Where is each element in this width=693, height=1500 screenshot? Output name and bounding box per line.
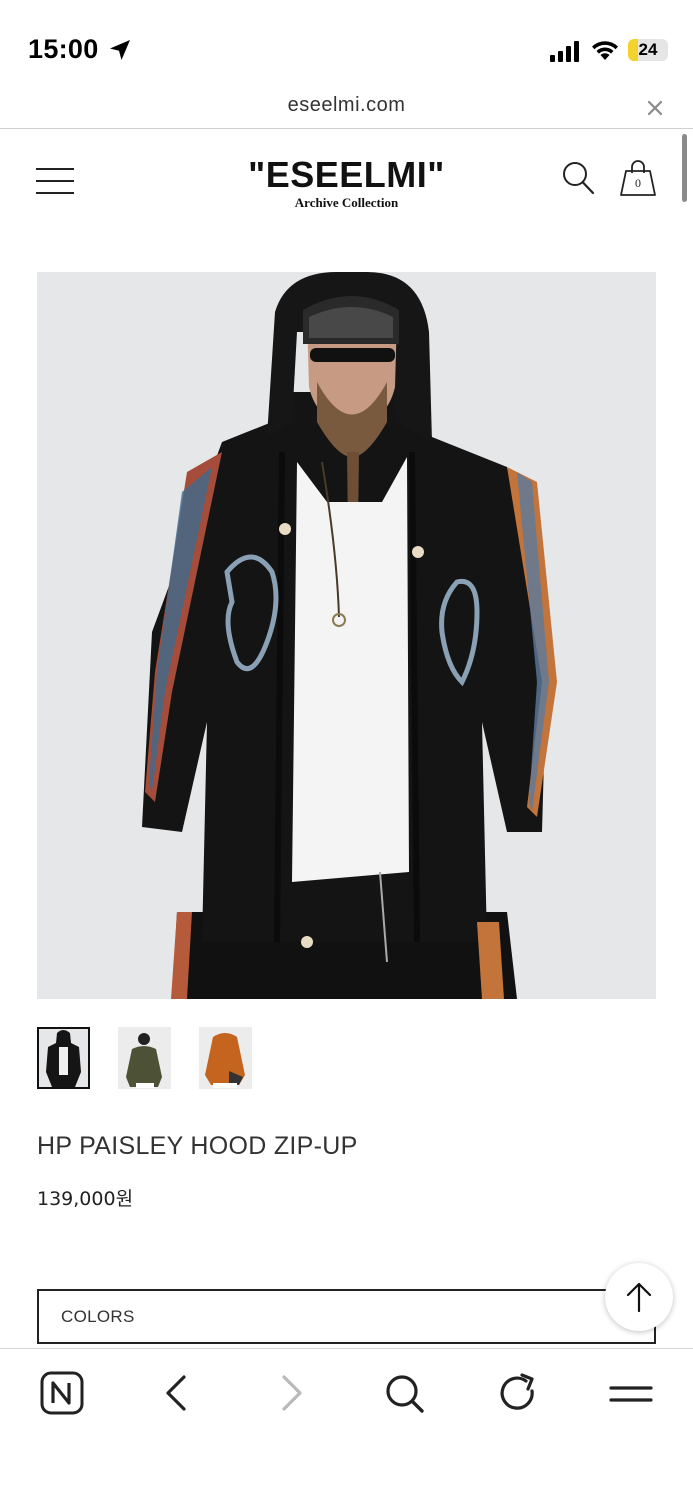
thumbnail-2[interactable] <box>118 1027 171 1089</box>
reload-icon[interactable] <box>496 1371 542 1417</box>
search-icon[interactable] <box>382 1371 428 1417</box>
search-icon[interactable] <box>561 160 595 196</box>
wifi-icon <box>592 41 618 60</box>
cart-count: 0 <box>635 176 641 190</box>
naver-home-icon[interactable] <box>40 1371 86 1417</box>
thumbnail-1[interactable] <box>37 1027 90 1089</box>
product-main-image[interactable] <box>37 272 656 999</box>
close-icon[interactable] <box>645 98 665 118</box>
colors-select[interactable]: COLORS <box>37 1289 656 1344</box>
site-header: "ESEELMI" Archive Collection 0 <box>0 130 693 240</box>
status-bar: 15:00 24 <box>0 0 693 92</box>
scroll-to-top-button[interactable] <box>605 1263 673 1331</box>
arrow-up-icon <box>626 1282 652 1313</box>
product-price: 139,000원 <box>37 1188 134 1210</box>
cellular-signal-icon <box>550 41 579 62</box>
product-title: HP PAISLEY HOOD ZIP-UP <box>37 1132 358 1160</box>
thumbnail-image <box>37 1027 90 1089</box>
thumbnail-image <box>118 1027 171 1089</box>
battery-icon: 24 <box>628 39 668 61</box>
scrollbar[interactable] <box>682 134 687 202</box>
model-photo <box>37 272 656 999</box>
address-bar[interactable]: eseelmi.com <box>0 92 693 129</box>
back-icon[interactable] <box>154 1371 200 1417</box>
menu-icon[interactable] <box>608 1371 654 1417</box>
location-arrow-icon <box>110 40 130 60</box>
thumbnail-3[interactable] <box>199 1027 252 1089</box>
forward-icon[interactable] <box>268 1371 314 1417</box>
url-text[interactable]: eseelmi.com <box>0 94 693 117</box>
thumbnail-image <box>199 1027 252 1089</box>
shopping-bag-icon[interactable]: 0 <box>618 158 658 198</box>
status-time: 15:00 <box>28 34 99 64</box>
browser-toolbar <box>0 1348 693 1500</box>
logo-subtitle: Archive Collection <box>294 195 399 210</box>
colors-label: COLORS <box>61 1307 135 1326</box>
battery-percent: 24 <box>638 40 658 59</box>
